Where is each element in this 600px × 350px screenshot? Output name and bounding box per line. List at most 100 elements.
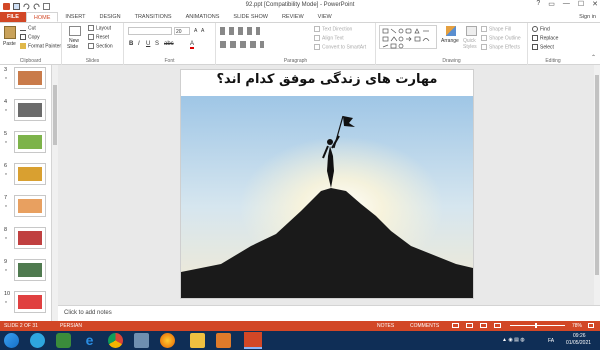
paste-button[interactable]: Paste <box>3 25 17 51</box>
fit-slide-icon[interactable] <box>588 323 594 328</box>
scrollbar-thumb[interactable] <box>595 75 599 275</box>
replace-button[interactable]: Replace <box>532 35 558 41</box>
slide-thumbnail[interactable]: 6 * <box>4 163 46 185</box>
strikethrough-button[interactable]: abc <box>164 41 174 47</box>
font-color-button[interactable]: A <box>190 41 195 49</box>
slide-thumbnail[interactable]: 3 * <box>4 67 46 89</box>
bullets-button[interactable] <box>220 27 260 35</box>
zoom-thumb[interactable] <box>535 323 537 328</box>
slide-thumbnail[interactable]: 5 * <box>4 131 46 153</box>
tab-animations[interactable]: ANIMATIONS <box>179 12 227 22</box>
shape-outline-button[interactable]: Shape Outline <box>481 35 521 41</box>
internet-explorer-icon[interactable]: e <box>82 333 97 348</box>
telegram-icon[interactable] <box>30 333 45 348</box>
cut-button[interactable]: Cut <box>20 25 36 31</box>
new-slide-label-2: Slide <box>67 44 79 50</box>
current-slide[interactable]: مهارت های زندگی موفق کدام اند؟ <box>180 69 474 299</box>
text-direction-button[interactable]: Text Direction <box>314 26 352 32</box>
layout-button[interactable]: Layout <box>88 25 111 31</box>
ribbon-display-button[interactable]: ▭ <box>548 0 555 8</box>
clock-date[interactable]: 01/05/2021 <box>566 340 591 346</box>
bold-button[interactable]: B <box>129 41 133 47</box>
powerpoint-taskbar-icon[interactable] <box>244 332 262 349</box>
quick-styles-button[interactable]: Quick Styles <box>462 25 480 55</box>
select-button[interactable]: Select <box>532 44 554 50</box>
reading-view-icon[interactable] <box>480 323 487 328</box>
tab-file[interactable]: FILE <box>0 12 26 22</box>
shadow-button[interactable]: S <box>155 41 159 47</box>
app-icon[interactable] <box>56 333 71 348</box>
drawing-group: Arrange Quick Styles Shape Fill Shape Ou… <box>376 23 528 65</box>
comments-button[interactable]: COMMENTS <box>410 323 439 329</box>
tab-home[interactable]: HOME <box>25 12 59 22</box>
align-buttons[interactable] <box>220 41 264 48</box>
scrollbar-thumb[interactable] <box>53 85 57 145</box>
tab-review[interactable]: REVIEW <box>275 12 311 22</box>
help-button[interactable]: ? <box>536 0 540 8</box>
clipboard-group: Paste Cut Copy Format Painter Clipboard <box>0 23 62 65</box>
language-indicator[interactable]: PERSIAN <box>60 323 82 329</box>
slide-thumbnail[interactable]: 8 * <box>4 227 46 249</box>
slide-thumbnail[interactable]: 10 * <box>4 291 46 313</box>
find-button[interactable]: Find <box>532 26 550 32</box>
slide-thumbnail[interactable]: 7 * <box>4 195 46 217</box>
zoom-slider[interactable] <box>510 325 565 326</box>
font-size-dropdown[interactable]: 20 <box>174 27 190 35</box>
shape-effects-button[interactable]: Shape Effects <box>481 44 520 50</box>
close-button[interactable]: ✕ <box>592 0 598 8</box>
shape-fill-button[interactable]: Shape Fill <box>481 26 511 32</box>
language-tray[interactable]: FA <box>548 338 554 344</box>
start-button-icon[interactable] <box>4 333 19 348</box>
copy-button[interactable]: Copy <box>20 34 40 40</box>
layout-icon <box>88 25 94 31</box>
chrome-icon[interactable] <box>108 333 123 348</box>
tab-insert[interactable]: INSERT <box>58 12 92 22</box>
format-painter-button[interactable]: Format Painter <box>20 43 61 49</box>
new-slide-button[interactable]: New Slide <box>66 25 84 53</box>
select-icon <box>532 44 538 50</box>
media-player-icon[interactable] <box>216 333 231 348</box>
shrink-font-icon[interactable]: A <box>201 28 204 34</box>
ribbon-tabs: FILE HOME INSERT DESIGN TRANSITIONS ANIM… <box>0 12 600 23</box>
notes-pane[interactable]: Click to add notes <box>58 305 600 321</box>
reset-button[interactable]: Reset <box>88 34 109 40</box>
arrange-button[interactable]: Arrange <box>441 25 461 55</box>
slide-photo[interactable] <box>181 96 473 298</box>
slide-scrollbar[interactable] <box>594 65 600 305</box>
file-explorer-icon[interactable] <box>190 333 205 348</box>
slides-group-label: Slides <box>85 58 100 64</box>
monitor-icon[interactable] <box>134 333 149 348</box>
slide-thumbnail[interactable]: 9 * <box>4 259 46 281</box>
italic-button[interactable]: I <box>138 41 140 47</box>
tab-design[interactable]: DESIGN <box>93 12 128 22</box>
firefox-icon[interactable] <box>160 333 175 348</box>
shapes-gallery[interactable] <box>379 25 437 49</box>
collapse-ribbon-icon[interactable]: ⌃ <box>591 54 596 61</box>
editing-group: Find Replace Select Editing <box>528 23 578 65</box>
tab-view[interactable]: VIEW <box>311 12 339 22</box>
zoom-level[interactable]: 78% <box>572 323 582 329</box>
slideshow-view-icon[interactable] <box>494 323 501 328</box>
notes-button[interactable]: NOTES <box>377 323 394 329</box>
maximize-button[interactable]: ☐ <box>578 0 584 8</box>
tray-icons[interactable]: ▲ ◉ ▤ ◍ <box>502 337 525 343</box>
grow-font-icon[interactable]: A <box>194 28 197 34</box>
slide-counter: SLIDE 2 OF 31 <box>4 323 38 329</box>
slide-thumbnail[interactable]: 4 * <box>4 99 46 121</box>
font-name-dropdown[interactable] <box>128 27 172 35</box>
convert-smartart-button[interactable]: Convert to SmartArt <box>314 44 366 50</box>
slide-title[interactable]: مهارت های زندگی موفق کدام اند؟ <box>181 72 473 87</box>
normal-view-icon[interactable] <box>452 323 459 328</box>
thumbnail-image <box>14 131 46 153</box>
clock-time[interactable]: 09:26 <box>573 333 586 339</box>
underline-button[interactable]: U <box>146 41 150 47</box>
align-text-button[interactable]: Align Text <box>314 35 344 41</box>
minimize-button[interactable]: — <box>563 0 570 8</box>
tab-slide-show[interactable]: SLIDE SHOW <box>226 12 275 22</box>
slide-sorter-icon[interactable] <box>466 323 473 328</box>
sign-in-link[interactable]: Sign in <box>579 12 596 23</box>
section-button[interactable]: Section <box>88 43 113 49</box>
font-group: 20 A A B I U S abc A Font <box>124 23 216 65</box>
arrange-label: Arrange <box>441 38 459 44</box>
tab-transitions[interactable]: TRANSITIONS <box>128 12 179 22</box>
